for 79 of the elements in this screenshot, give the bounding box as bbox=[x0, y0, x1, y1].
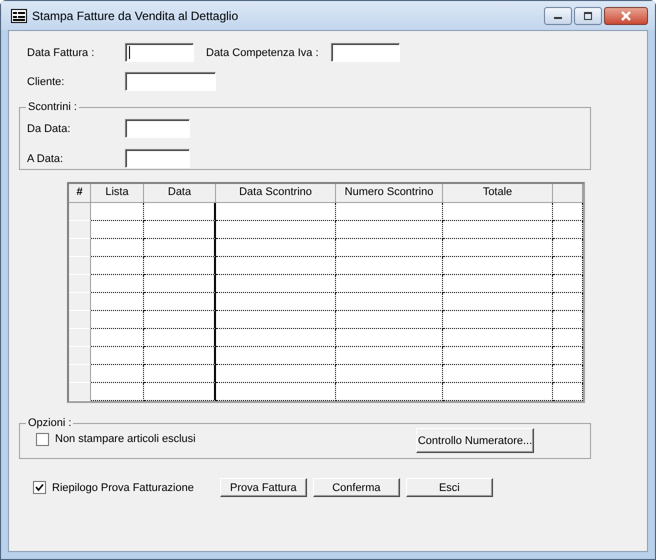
table-cell bbox=[144, 329, 216, 347]
table-cell bbox=[144, 275, 216, 293]
table-cell bbox=[553, 203, 583, 221]
table-cell bbox=[553, 365, 583, 383]
column-header[interactable]: Totale bbox=[443, 184, 553, 203]
table-cell bbox=[144, 293, 216, 311]
table-cell bbox=[91, 347, 144, 365]
row-selector[interactable] bbox=[69, 311, 91, 329]
row-selector[interactable] bbox=[69, 275, 91, 293]
table-cell bbox=[144, 257, 216, 275]
row-selector[interactable] bbox=[69, 257, 91, 275]
date-field[interactable] bbox=[331, 43, 400, 62]
column-header[interactable]: Data bbox=[144, 184, 216, 203]
table-cell bbox=[144, 311, 216, 329]
row-selector[interactable] bbox=[69, 347, 91, 365]
table-cell bbox=[144, 239, 216, 257]
table-cell bbox=[91, 221, 144, 239]
row-selector[interactable] bbox=[69, 239, 91, 257]
date-field[interactable] bbox=[125, 119, 190, 138]
field-label: Cliente: bbox=[26, 76, 66, 88]
group-title: Opzioni : bbox=[27, 417, 72, 429]
table-cell bbox=[91, 239, 144, 257]
checkbox-label[interactable]: Non stampare articoli esclusi bbox=[55, 433, 196, 445]
row-selector[interactable] bbox=[69, 365, 91, 383]
maximize-button[interactable] bbox=[574, 7, 602, 25]
field-label: Da Data: bbox=[26, 122, 72, 134]
row-selector[interactable] bbox=[69, 203, 91, 221]
table-cell bbox=[553, 239, 583, 257]
window-title: Stampa Fatture da Vendita al Dettaglio bbox=[32, 8, 238, 22]
table-cell bbox=[91, 257, 144, 275]
data-grid[interactable]: # Lista Data Data Scontrino Numero Scontrino Totale bbox=[67, 182, 585, 403]
field-label: Data Fattura : bbox=[26, 46, 96, 58]
row-selector[interactable] bbox=[69, 329, 91, 347]
close-icon bbox=[620, 11, 632, 21]
action-button[interactable]: Esci bbox=[406, 478, 493, 497]
group-title: Scontrini : bbox=[27, 101, 78, 113]
table-cell bbox=[91, 329, 144, 347]
customer-field[interactable] bbox=[125, 72, 216, 91]
table-cell bbox=[91, 203, 144, 221]
table-cell bbox=[91, 383, 144, 401]
table-cell bbox=[553, 347, 583, 365]
column-header[interactable]: # bbox=[69, 184, 91, 203]
counter-check-button[interactable]: Controllo Numeratore... bbox=[416, 428, 534, 453]
checkbox[interactable] bbox=[36, 432, 49, 446]
maximize-icon bbox=[583, 12, 593, 20]
table-cell bbox=[553, 311, 583, 329]
column-header[interactable] bbox=[553, 184, 583, 203]
column-header[interactable]: Lista bbox=[91, 184, 144, 203]
form-icon bbox=[11, 8, 27, 22]
table-cell bbox=[553, 293, 583, 311]
column-header[interactable]: Data Scontrino bbox=[216, 184, 336, 203]
table-cell bbox=[144, 347, 216, 365]
table-cell bbox=[553, 383, 583, 401]
action-button[interactable]: Conferma bbox=[312, 478, 400, 497]
checkbox[interactable] bbox=[33, 481, 46, 494]
close-button[interactable] bbox=[604, 7, 648, 25]
table-cell bbox=[144, 383, 216, 401]
row-selector[interactable] bbox=[69, 293, 91, 311]
table-cell bbox=[144, 203, 216, 221]
date-field[interactable] bbox=[125, 43, 194, 62]
table-cell bbox=[91, 293, 144, 311]
table-cell bbox=[553, 329, 583, 347]
table-cell bbox=[144, 221, 216, 239]
field-label: Data Competenza Iva : bbox=[206, 46, 320, 58]
checkbox-label[interactable]: Riepilogo Prova Fatturazione bbox=[52, 482, 194, 494]
table-cell bbox=[553, 221, 583, 239]
table-cell bbox=[91, 365, 144, 383]
table-cell bbox=[553, 275, 583, 293]
table-cell bbox=[144, 365, 216, 383]
row-selector[interactable] bbox=[69, 221, 91, 239]
minimize-button[interactable] bbox=[544, 7, 572, 25]
table-cell bbox=[91, 311, 144, 329]
table-cell bbox=[91, 275, 144, 293]
date-field[interactable] bbox=[125, 149, 190, 168]
field-label: A Data: bbox=[26, 152, 64, 164]
row-selector[interactable] bbox=[69, 383, 91, 401]
column-header[interactable]: Numero Scontrino bbox=[336, 184, 443, 203]
table-cell bbox=[553, 257, 583, 275]
action-button[interactable]: Prova Fattura bbox=[220, 478, 307, 497]
